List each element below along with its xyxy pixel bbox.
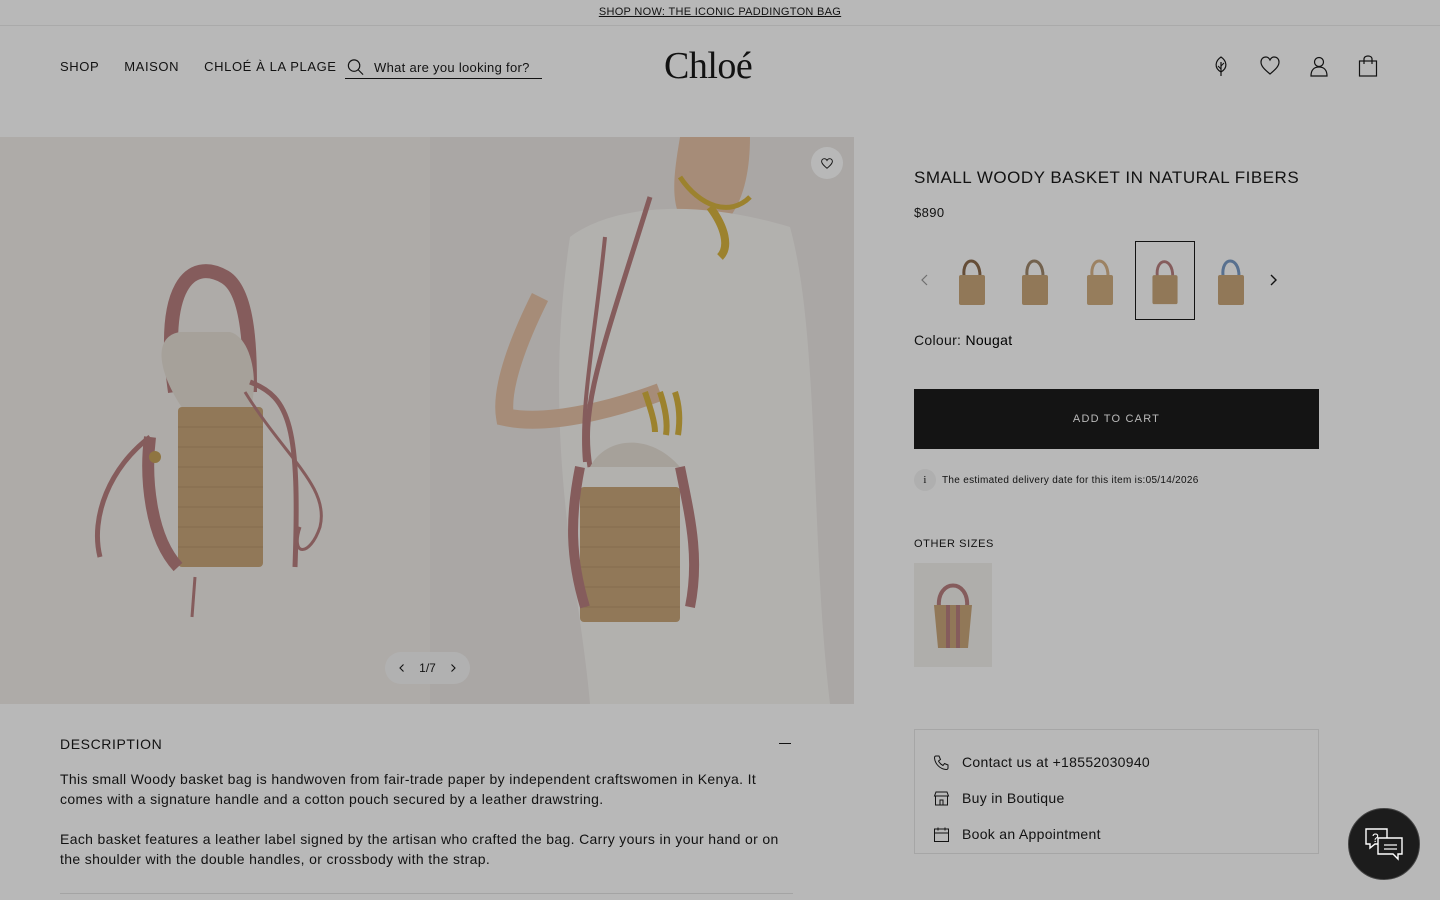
- account-icon[interactable]: [1309, 55, 1329, 77]
- description-section: DESCRIPTION This small Woody basket bag …: [60, 725, 793, 894]
- large-basket-image: [934, 583, 972, 648]
- header-icons: [1211, 55, 1378, 77]
- other-sizes-heading: OTHER SIZES: [914, 538, 994, 550]
- delivery-text: The estimated delivery date for this ite…: [942, 474, 1199, 486]
- description-paragraph: Each basket features a leather label sig…: [60, 831, 779, 867]
- product-title: SMALL WOODY BASKET IN NATURAL FIBERS: [914, 168, 1300, 187]
- store-icon: [933, 791, 950, 805]
- add-to-cart-button[interactable]: ADD TO CART: [914, 389, 1319, 449]
- description-header[interactable]: DESCRIPTION: [60, 725, 793, 763]
- colour-value: Nougat: [965, 332, 1013, 348]
- chevron-right-icon[interactable]: [448, 663, 458, 673]
- other-size-thumb[interactable]: [914, 563, 992, 667]
- contact-phone-text: Contact us at +18552030940: [962, 754, 1151, 770]
- product-image-worn[interactable]: [430, 137, 854, 704]
- promo-link[interactable]: SHOP NOW: THE ICONIC PADDINGTON BAG: [599, 6, 841, 18]
- bag-icon[interactable]: [1358, 55, 1378, 77]
- colour-swatches: [914, 241, 1320, 321]
- swatch-thumb[interactable]: [1070, 241, 1130, 320]
- site-header: SHOP MAISON CHLOÉ À LA PLAGE Chloé: [0, 26, 1440, 108]
- heart-icon: [821, 157, 833, 169]
- swatch-thumb[interactable]: [942, 241, 1002, 320]
- buy-in-boutique-link[interactable]: Buy in Boutique: [933, 780, 1318, 816]
- product-info: SMALL WOODY BASKET IN NATURAL FIBERS $89…: [914, 168, 1320, 220]
- chevron-left-icon[interactable]: [917, 272, 933, 288]
- delivery-estimate: i The estimated delivery date for this i…: [914, 469, 1199, 491]
- image-wishlist-button[interactable]: [811, 147, 843, 179]
- collapse-icon[interactable]: [777, 736, 793, 752]
- model-image: [430, 137, 854, 704]
- divider: [60, 893, 793, 894]
- buy-in-boutique-text: Buy in Boutique: [962, 790, 1065, 806]
- basket-bag-image: [94, 264, 323, 618]
- sustainability-icon[interactable]: [1211, 55, 1231, 77]
- chevron-left-icon[interactable]: [397, 663, 407, 673]
- description-title: DESCRIPTION: [60, 736, 163, 752]
- search-bar: [345, 56, 542, 79]
- info-icon: i: [914, 469, 936, 491]
- contact-phone-link[interactable]: Contact us at +18552030940: [933, 744, 1318, 780]
- gallery-pager: 1/7: [385, 652, 470, 684]
- brand-logo[interactable]: Chloé: [664, 44, 753, 88]
- colour-selection: Colour: Nougat: [914, 332, 1012, 348]
- svg-text:?: ?: [1372, 831, 1379, 845]
- chevron-right-icon[interactable]: [1265, 272, 1281, 288]
- chat-icon: ?: [1365, 828, 1403, 861]
- search-icon[interactable]: [346, 57, 365, 77]
- product-image-main[interactable]: [0, 137, 430, 704]
- gallery-counter: 1/7: [419, 661, 436, 675]
- nav-chloe-a-la-plage[interactable]: CHLOÉ À LA PLAGE: [204, 59, 336, 74]
- contact-panel: Contact us at +18552030940 Buy in Boutiq…: [914, 729, 1319, 854]
- description-paragraph: This small Woody basket bag is handwoven…: [60, 771, 757, 807]
- calendar-icon: [934, 827, 949, 842]
- colour-label: Colour:: [914, 332, 962, 348]
- nav-maison[interactable]: MAISON: [124, 59, 179, 74]
- swatch-thumb[interactable]: [1005, 241, 1065, 320]
- book-appointment-text: Book an Appointment: [962, 826, 1101, 842]
- wishlist-icon[interactable]: [1260, 55, 1280, 77]
- search-input[interactable]: [374, 59, 542, 75]
- swatch-thumb[interactable]: [1201, 241, 1261, 320]
- phone-icon: [933, 755, 949, 770]
- promo-banner: SHOP NOW: THE ICONIC PADDINGTON BAG: [0, 0, 1440, 26]
- main-nav: SHOP MAISON CHLOÉ À LA PLAGE: [60, 59, 337, 74]
- nav-shop[interactable]: SHOP: [60, 59, 99, 74]
- book-appointment-link[interactable]: Book an Appointment: [933, 816, 1318, 852]
- product-price: $890: [914, 205, 945, 220]
- chat-button[interactable]: ?: [1348, 808, 1420, 880]
- swatch-thumb-selected[interactable]: [1135, 241, 1195, 320]
